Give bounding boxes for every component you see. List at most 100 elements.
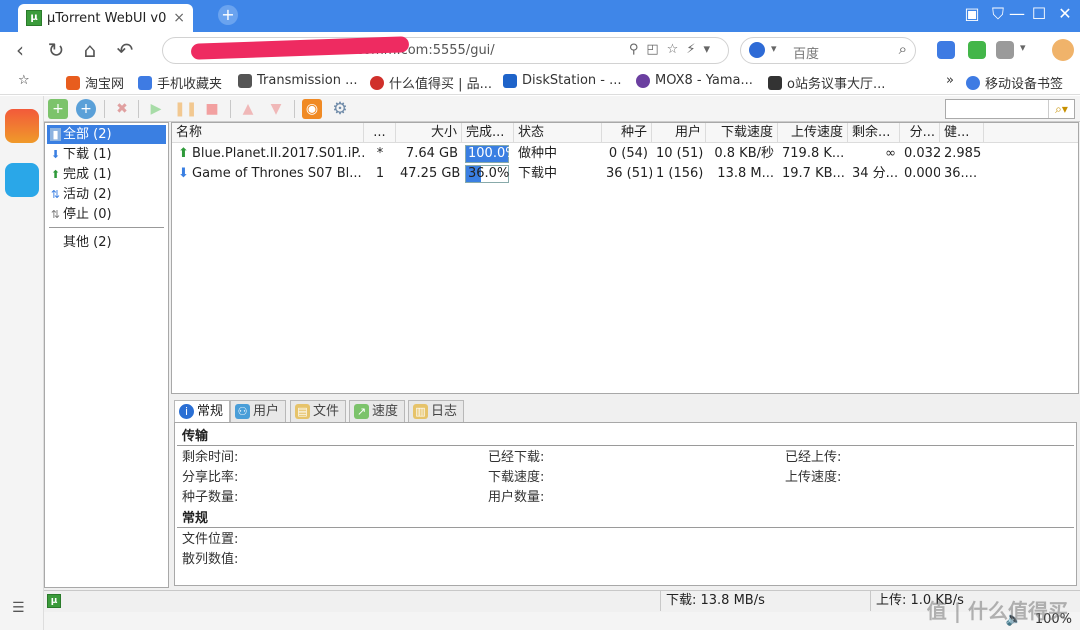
bookmark-label: MOX8 - Yama... [655,73,753,88]
category-label: 完成 (1) [63,167,112,182]
column-queue[interactable]: ... [364,123,396,143]
page-icon [238,73,252,88]
save-path-label: 文件位置: [182,532,239,547]
dropdown-icon[interactable]: ▾ [1020,41,1026,54]
downloaded-label: 已经下载: [488,450,545,465]
column-ratio[interactable]: 分... [900,123,940,143]
dsm-icon [503,73,517,88]
mobile-bookmarks-label: 移动设备书签 [985,77,1064,92]
column-seeds[interactable]: 种子 [602,123,652,143]
browser-tab[interactable]: µ µTorrent WebUI v0 × [18,4,193,32]
add-torrent-icon[interactable]: + [48,99,68,119]
remove-icon[interactable]: ✖ [112,99,132,119]
column-size[interactable]: 大小 [396,123,462,143]
tab-files[interactable]: ▤ 文件 [290,400,347,422]
upload-arrow-icon: ⬆ [50,168,61,181]
tab-log[interactable]: ▥ 日志 [408,400,465,422]
bookmark-mobile-favorites[interactable]: 手机收藏夹 [138,73,222,92]
column-health[interactable]: 健... [940,123,984,143]
more-bookmarks-icon[interactable]: » [946,73,954,88]
category-label: 全部 (2) [63,127,112,142]
torrent-name: Blue.Planet.II.2017.S01.iP... [192,146,364,161]
back-button[interactable]: ‹ [8,39,32,61]
folder-icon [138,75,152,90]
close-tab-icon[interactable]: × [173,10,185,26]
category-stopped[interactable]: ⇅ 停止 (0) [47,205,166,224]
address-bar[interactable]: a...e0...0de017ccf4f.asuscomm.com:5555/g… [162,36,729,64]
general-section-header: 常规 [177,509,1074,528]
reload-button[interactable]: ↻ [44,39,68,61]
column-eta[interactable]: 剩余... [848,123,900,143]
column-down-speed[interactable]: 下载速度 [706,123,778,143]
torrent-eta: 34 分... [852,166,899,181]
toolbar-separator [230,100,231,118]
star-icon[interactable]: ☆ [18,73,30,88]
shopping-extension-icon[interactable] [937,41,955,59]
tab-speed[interactable]: ↗ 速度 [349,400,406,422]
column-peers[interactable]: 用户 [652,123,706,143]
list-header: 名称 ... 大小 完成... 状态 种子 用户 下载速度 上传速度 剩余...… [172,123,1078,143]
undo-close-button[interactable]: ↶ [113,39,137,61]
tab-general[interactable]: i 常规 [174,400,231,423]
column-name[interactable]: 名称 [172,123,364,143]
bookmark-label: o站务议事大厅... [787,77,886,92]
category-all[interactable]: ▮ 全部 (2) [47,125,166,144]
rss-icon[interactable]: ◉ [302,99,322,119]
start-icon[interactable]: ▶ [146,99,166,119]
search-box[interactable]: ▾ 百度 ⌕ [740,37,916,64]
smzdm-icon [370,75,384,90]
search-icon[interactable]: ⌕ [899,40,907,58]
user-avatar[interactable] [1052,39,1074,61]
collapse-sidebar-icon[interactable]: ☰ [12,600,25,616]
idea-bulb-icon[interactable] [5,163,39,197]
tab-peers[interactable]: ⚇ 用户 [230,400,287,422]
column-up-speed[interactable]: 上传速度 [778,123,848,143]
torrent-search-input[interactable]: ⌕▾ [945,99,1075,119]
bookmark-taobao[interactable]: 淘宝网 [66,73,124,92]
column-progress[interactable]: 完成... [462,123,514,143]
bookmark-transmission[interactable]: Transmission ... [238,73,358,88]
search-icon[interactable]: ⌕▾ [1048,100,1074,118]
mox8-icon [636,73,650,88]
torrent-health: 36.... [944,166,978,181]
tab-label: 用户 [253,404,280,419]
torrent-status: 下载中 [518,166,558,181]
move-up-icon[interactable]: ▲ [238,99,258,119]
new-tab-button[interactable]: + [218,5,238,25]
torrent-row[interactable]: ⬆ Blue.Planet.II.2017.S01.iP... * 7.64 G… [172,144,1078,164]
category-other[interactable]: 其他 (2) [47,233,166,252]
torrent-status: 做种中 [518,146,558,161]
app-store-icon[interactable] [5,109,39,143]
torrent-ratio: 0.032 [904,146,940,161]
close-window-button[interactable]: ✕ [1052,4,1078,23]
toolbar: + + ✖ ▶ ❚❚ ■ ▲ ▼ ◉ ⚙ ⌕▾ [44,96,1080,122]
category-active[interactable]: ⇅ 活动 (2) [47,185,166,204]
bookmark-diskstation[interactable]: DiskStation - ... [503,73,622,88]
category-completed[interactable]: ⬆ 完成 (1) [47,165,166,184]
navigation-bar: ‹ ↻ ⌂ ↶ a...e0...0de017ccf4f.asuscomm.co… [0,32,1080,68]
skin-icon[interactable]: ▣ [960,4,984,23]
download-extension-icon[interactable] [996,41,1014,59]
bookmark-mox8[interactable]: MOX8 - Yama... [636,73,753,88]
home-button[interactable]: ⌂ [78,39,102,61]
bookmark-smzdm[interactable]: 什么值得买 | 品... [370,73,492,92]
uploaded-label: 已经上传: [785,450,842,465]
maximize-button[interactable]: ☐ [1026,4,1052,23]
move-down-icon[interactable]: ▼ [266,99,286,119]
torrent-size: 47.25 GB [400,166,461,181]
bookmark-forum[interactable]: o站务议事大厅... [768,73,885,92]
pause-icon[interactable]: ❚❚ [174,99,197,119]
progress-label: 36.0% [468,166,510,181]
torrent-up-speed: 719.8 K... [782,146,845,161]
torrent-row[interactable]: ⬇ Game of Thrones S07 Bl... 1 47.25 GB 3… [172,164,1078,184]
mobile-bookmarks[interactable]: 移动设备书签 [966,73,1063,92]
frog-extension-icon[interactable] [968,41,986,59]
settings-gear-icon[interactable]: ⚙ [330,99,350,119]
stop-icon[interactable]: ■ [202,99,222,119]
torrent-peers: 10 (51) [656,146,704,161]
share-ratio-label: 分享比率: [182,470,239,485]
add-url-icon[interactable]: + [76,99,96,119]
column-status[interactable]: 状态 [514,123,602,143]
engine-dropdown-icon[interactable]: ▾ [771,42,777,55]
category-downloading[interactable]: ⬇ 下载 (1) [47,145,166,164]
